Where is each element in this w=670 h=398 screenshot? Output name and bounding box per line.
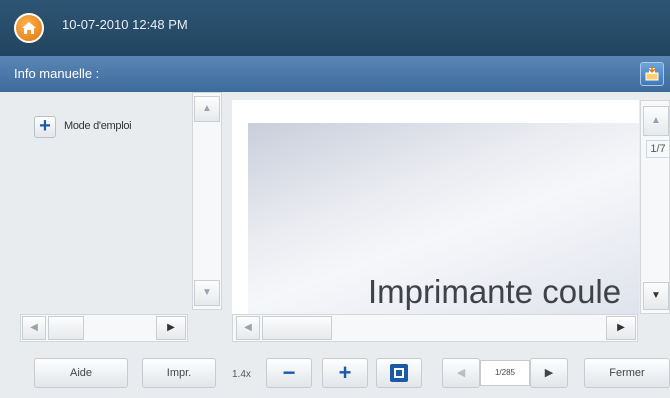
document-scroll-down-button[interactable]: ▼ (643, 282, 669, 310)
document-scroll-up-button[interactable]: ▲ (643, 106, 669, 136)
document-scroll-right-button[interactable]: ▶ (606, 316, 636, 340)
toc-scroll-right-button[interactable]: ▶ (156, 316, 186, 340)
toc-scroll-down-button[interactable]: ▼ (194, 280, 220, 306)
fit-page-button[interactable] (376, 358, 422, 388)
expand-icon[interactable]: + (34, 116, 56, 138)
page-title: Info manuelle : (14, 66, 100, 81)
job-status-button[interactable] (640, 62, 664, 86)
zoom-out-button[interactable]: − (266, 358, 312, 388)
toc-scroll-thumb[interactable] (48, 316, 84, 340)
toc-scroll-up-button[interactable]: ▲ (194, 96, 220, 122)
fit-page-icon (390, 364, 408, 382)
tray-icon (645, 66, 659, 81)
home-icon (22, 22, 36, 34)
title-bar: Info manuelle : (0, 56, 670, 92)
print-button[interactable]: Impr. (142, 358, 216, 388)
slide-title-text: Imprimante coule (368, 273, 622, 310)
zoom-in-button[interactable]: + (322, 358, 368, 388)
toc-item-label[interactable]: Mode d'emploi (64, 120, 132, 132)
document-page: C Imprimante coule (248, 123, 639, 314)
slide-corner-text: C (630, 123, 639, 126)
previous-page-button[interactable]: ◀ (442, 358, 480, 388)
home-button[interactable] (14, 13, 44, 43)
toc-scroll-left-button[interactable]: ◀ (22, 316, 46, 340)
document-scroll-thumb[interactable] (262, 316, 332, 340)
next-page-button[interactable]: ▶ (530, 358, 568, 388)
page-number-field[interactable]: 1/285 (480, 360, 530, 386)
zoom-level: 1.4x (232, 369, 251, 380)
help-button[interactable]: Aide (34, 358, 128, 388)
page-indicator: 1/7 (646, 140, 670, 158)
close-button[interactable]: Fermer (584, 358, 670, 388)
datetime-text: 10-07-2010 12:48 PM (62, 17, 188, 32)
toc-vertical-scrollbar[interactable] (192, 92, 222, 310)
document-scroll-left-button[interactable]: ◀ (236, 316, 260, 340)
